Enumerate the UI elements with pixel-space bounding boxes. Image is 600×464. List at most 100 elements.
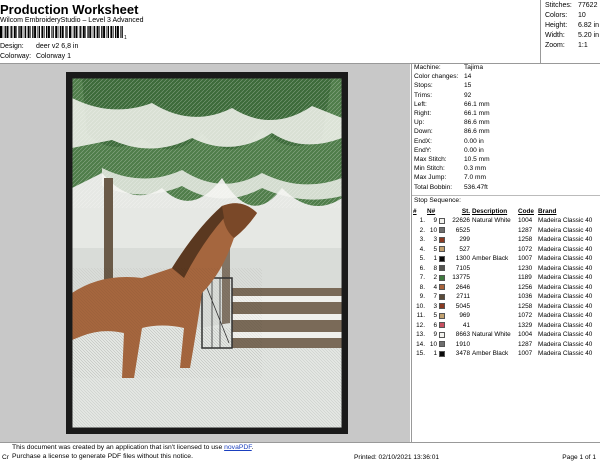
machine-info-row: Right: 66.1 mm [414, 110, 490, 117]
barcode-bar [116, 26, 119, 38]
page-number: Page 1 of 1 [562, 454, 596, 461]
row-code: 1230 [518, 264, 533, 272]
row-swatch [438, 311, 447, 321]
row-brand: Madeira Classic 40 [538, 312, 593, 320]
machine-info-label: EndX: [414, 137, 432, 145]
row-swatch [438, 264, 447, 274]
machine-info-row: Machine: Tajima [414, 64, 483, 71]
license-notice: This document was created by an applicat… [12, 443, 302, 463]
row-index: 10. [416, 302, 425, 310]
col-header-description: Description [472, 208, 508, 215]
machine-info-label: Max Stitch: [414, 156, 447, 163]
machine-info-row: Total Bobbin: 536.47ft [414, 184, 488, 191]
machine-info-row: Stops: 15 [414, 82, 471, 89]
machine-info-value: 92 [464, 91, 472, 99]
barcode-bar [89, 26, 92, 38]
barcode-bar [65, 26, 66, 38]
row-brand: Madeira Classic 40 [538, 255, 593, 263]
row-needle: 3 [433, 236, 437, 244]
row-brand: Madeira Classic 40 [538, 340, 593, 348]
row-index: 3. [419, 236, 425, 244]
row-brand: Madeira Classic 40 [538, 283, 593, 291]
row-description [471, 235, 517, 245]
color-swatch [439, 303, 445, 310]
machine-info-row: Down: 86.6 mm [414, 128, 490, 136]
row-needle: 5 [433, 312, 437, 320]
machine-info-label: Max Jump: [414, 174, 447, 182]
color-swatch [439, 350, 445, 357]
design-value: deer v2 6,8 in [35, 43, 79, 50]
machine-info-value: 0.3 mm [464, 165, 486, 173]
row-description [471, 226, 517, 236]
row-stitches: 969 [459, 312, 470, 320]
row-stitches: 2646 [455, 283, 470, 291]
barcode-bar [121, 26, 123, 38]
row-description [471, 340, 517, 350]
machine-info-value: 66.1 mm [464, 100, 490, 108]
row-description [471, 283, 517, 293]
row-needle: 10 [429, 340, 437, 348]
table-row: 13. 9 8663 Natural White 1004 Madeira Classic… [412, 330, 600, 340]
barcode-bar [55, 26, 58, 38]
machine-info-value: 0.00 in [464, 146, 484, 154]
row-stitches: 6525 [455, 226, 470, 234]
machine-info-value: 10.5 mm [464, 156, 490, 163]
row-swatch [438, 216, 447, 226]
row-needle: 10 [429, 226, 437, 234]
sequence-divider [412, 195, 600, 196]
row-swatch [438, 245, 447, 255]
row-brand: Madeira Classic 40 [538, 293, 593, 301]
row-swatch [438, 340, 447, 350]
stat-colors: Colors: 10 [545, 12, 586, 19]
barcode-bar [71, 26, 73, 38]
row-needle: 1 [433, 255, 437, 263]
barcode-bar [18, 26, 20, 38]
barcode-bar [120, 26, 121, 38]
row-description [471, 321, 517, 331]
machine-info-row: EndY: 0.00 in [414, 146, 484, 154]
row-brand: Madeira Classic 40 [538, 226, 593, 234]
machine-info-label: Trims: [414, 91, 433, 99]
design-label: Design: [0, 43, 24, 50]
barcode-bar [106, 26, 108, 38]
machine-info-value: 86.6 mm [464, 128, 490, 136]
table-row: 11. 5 969 1072 Madeira Classic 40 [412, 311, 600, 321]
row-index: 11. [416, 312, 425, 320]
row-brand: Madeira Classic 40 [538, 245, 593, 253]
color-swatch [439, 265, 445, 272]
barcode-bar [80, 26, 82, 38]
row-stitches: 527 [459, 245, 470, 253]
col-header-swatch [438, 207, 447, 216]
colorway-row: Colorway: Colorway 1 [0, 53, 71, 60]
stat-width: Width: 5.20 in [545, 32, 600, 39]
row-index: 5. [419, 255, 425, 263]
design-frame [66, 72, 348, 434]
row-index: 14. [416, 340, 425, 348]
machine-info-value: 536.47ft [464, 183, 488, 191]
barcode-bar [13, 26, 16, 38]
row-brand: Madeira Classic 40 [538, 236, 593, 244]
row-description: Natural White [472, 217, 511, 225]
stat-height: Height: 6.82 in [545, 22, 600, 29]
barcode-bar [61, 26, 64, 38]
printed-timestamp: Printed: 02/10/2021 13:36:01 [354, 454, 440, 461]
barcode-bar [82, 26, 85, 38]
row-stitches: 3478 [455, 350, 470, 358]
novapdf-link[interactable]: novaPDF [224, 444, 252, 451]
table-row: 8. 4 2646 1256 Madeira Classic 40 [412, 283, 600, 293]
row-stitches: 41 [462, 321, 470, 329]
machine-info-label: Down: [414, 128, 433, 136]
machine-info-row: Trims: 92 [414, 91, 471, 99]
row-needle: 9 [433, 331, 437, 339]
barcode-bar [78, 26, 80, 38]
machine-info-label: Color changes: [414, 73, 459, 81]
machine-info-value: 0.00 in [464, 137, 484, 145]
row-description: Natural White [472, 331, 511, 339]
row-stitches: 8663 [455, 331, 470, 339]
table-row: 14. 10 1910 1287 Madeira Classic 40 [412, 340, 600, 350]
barcode-bar [2, 26, 4, 38]
color-swatch [439, 331, 445, 338]
row-needle: 8 [433, 264, 437, 272]
machine-info-label: EndY: [414, 146, 432, 154]
row-needle: 9 [433, 217, 437, 225]
